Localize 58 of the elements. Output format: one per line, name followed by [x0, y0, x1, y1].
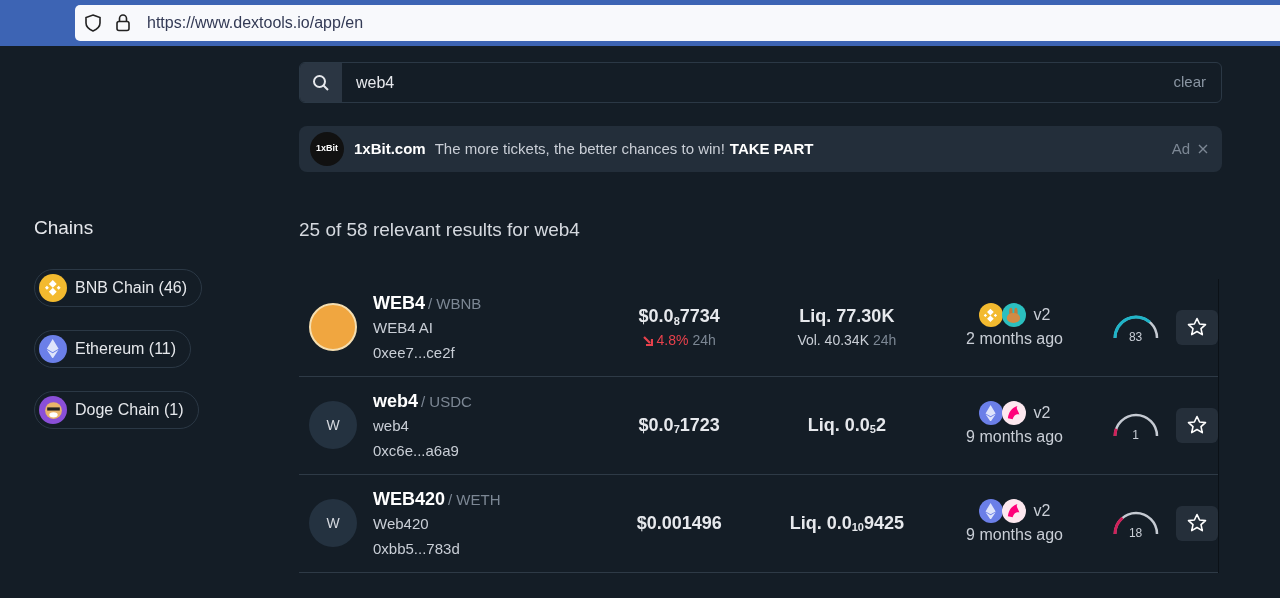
liquidity-value: Liq. 0.0$_{10}$9425 — [789, 511, 904, 536]
token-address[interactable]: 0xbb5...783d — [373, 537, 581, 560]
score-value: 83 — [1127, 329, 1144, 346]
token-avatar: W — [309, 499, 357, 547]
token-symbol[interactable]: web4 — [373, 388, 419, 415]
token-symbol[interactable]: WEB4 — [373, 290, 425, 317]
close-icon[interactable] — [1198, 144, 1208, 154]
shield-icon — [83, 13, 103, 33]
favorite-button[interactable] — [1175, 505, 1218, 541]
star-icon — [1186, 513, 1207, 533]
search-field[interactable]: web4 clear — [299, 62, 1222, 103]
pair-symbol: / WETH — [448, 490, 501, 510]
search-icon — [312, 73, 330, 92]
pair-age: 2 months ago — [966, 329, 1063, 349]
ad-link[interactable]: TAKE PART — [729, 137, 814, 161]
token-address[interactable]: 0xee7...ce2f — [373, 341, 581, 364]
address-bar[interactable]: https://www.dextools.io/app/en — [75, 5, 1280, 41]
change-period: 24h — [692, 331, 716, 350]
liquidity-value: Liq. 77.30K — [799, 305, 895, 328]
dog-face-icon — [39, 395, 67, 424]
ad-label: Ad — [1171, 138, 1190, 159]
pair-age: 9 months ago — [966, 427, 1063, 447]
token-name: WEB4 AI — [373, 318, 435, 338]
score-value: 1 — [1131, 427, 1140, 444]
favorite-button[interactable] — [1175, 407, 1218, 443]
dex-version: v2 — [1033, 403, 1051, 423]
volume-period: 24h — [873, 331, 897, 350]
pair-symbol: / USDC — [421, 392, 472, 412]
search-button[interactable] — [300, 63, 342, 102]
token-price: $0.0$_{7}$1723 — [638, 413, 720, 438]
score-value: 18 — [1127, 525, 1144, 542]
token-address[interactable]: 0xc6e...a6a9 — [373, 439, 581, 462]
ad-text[interactable]: The more tickets, the better chances to win! — [434, 137, 725, 161]
pair-symbol: / WBNB — [428, 294, 482, 314]
liquidity-value: Liq. 0.0$_{5}$2 — [807, 413, 886, 438]
star-icon — [1186, 317, 1207, 337]
token-name: Web420 — [373, 514, 430, 534]
results-heading: 25 of 58 relevant results for web4 — [299, 218, 581, 242]
pair-age: 9 months ago — [966, 525, 1063, 545]
dex-version: v2 — [1033, 305, 1051, 325]
sidebar-title: Chains — [34, 216, 95, 240]
favorite-button[interactable] — [1175, 309, 1218, 345]
token-avatar: W — [309, 401, 357, 449]
token-name: web4 — [373, 416, 410, 436]
ad-logo: 1xBit — [310, 132, 344, 166]
token-price: $0.001496 — [636, 511, 722, 535]
ad-brand[interactable]: 1xBit.com — [354, 137, 426, 161]
clear-button[interactable]: clear — [1173, 71, 1221, 94]
volume-value: Vol. 40.34K — [797, 331, 869, 350]
price-change: 4.8% — [656, 331, 689, 350]
url-text: https://www.dextools.io/app/en — [147, 13, 364, 33]
lock-icon — [115, 13, 131, 33]
token-logo — [309, 303, 357, 351]
token-symbol[interactable]: WEB420 — [373, 486, 446, 513]
hexagon-coin-icon — [39, 273, 67, 302]
star-icon — [1186, 415, 1207, 435]
token-price: $0.0$_{8}$7734 — [638, 305, 720, 329]
dex-version: v2 — [1033, 501, 1051, 521]
